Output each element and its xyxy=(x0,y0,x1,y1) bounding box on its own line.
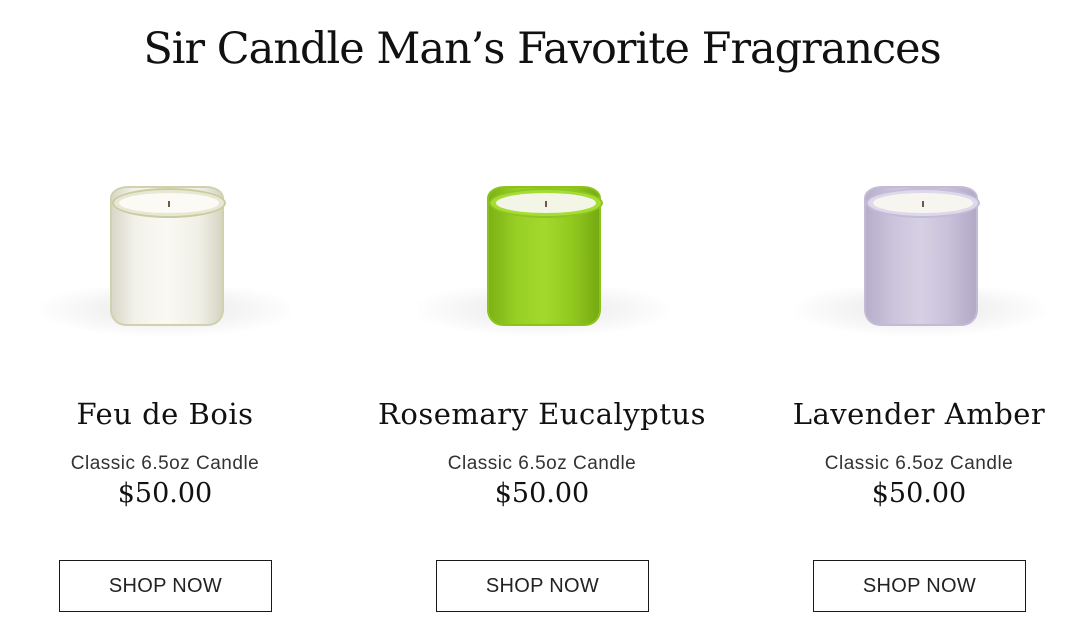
shop-now-button[interactable]: SHOP NOW xyxy=(813,560,1026,612)
favorites-section: Sir Candle Man’s Favorite Fragrances Feu… xyxy=(0,0,1084,629)
shop-now-button[interactable]: SHOP NOW xyxy=(59,560,272,612)
product-card: Lavender Amber Classic 6.5oz Candle $50.… xyxy=(754,150,1084,620)
product-name[interactable]: Feu de Bois xyxy=(0,397,330,431)
product-name[interactable]: Lavender Amber xyxy=(754,397,1084,431)
product-variant: Classic 6.5oz Candle xyxy=(824,453,1014,474)
product-variant: Classic 6.5oz Candle xyxy=(447,453,637,474)
product-card: Rosemary Eucalyptus Classic 6.5oz Candle… xyxy=(377,150,707,620)
candle-image xyxy=(110,186,226,326)
candle-wick xyxy=(545,201,547,207)
page-title: Sir Candle Man’s Favorite Fragrances xyxy=(143,24,941,74)
product-image[interactable] xyxy=(41,178,291,336)
product-price: $50.00 xyxy=(494,478,590,509)
product-image[interactable] xyxy=(418,178,668,336)
product-name[interactable]: Rosemary Eucalyptus xyxy=(377,397,707,431)
candle-wick xyxy=(168,201,170,207)
product-variant: Classic 6.5oz Candle xyxy=(70,453,260,474)
product-image[interactable] xyxy=(795,178,1045,336)
product-card: Feu de Bois Classic 6.5oz Candle $50.00 … xyxy=(0,150,330,620)
candle-image xyxy=(864,186,980,326)
product-price: $50.00 xyxy=(117,478,213,509)
product-price: $50.00 xyxy=(871,478,967,509)
shop-now-button[interactable]: SHOP NOW xyxy=(436,560,649,612)
candle-image xyxy=(487,186,603,326)
candle-wick xyxy=(922,201,924,207)
